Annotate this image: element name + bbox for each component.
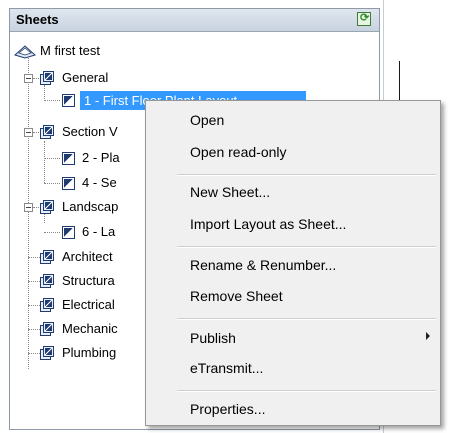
tree-line bbox=[28, 281, 40, 282]
subset-icon bbox=[40, 346, 58, 360]
subset-icon bbox=[40, 322, 58, 336]
tree-root-label: M first test bbox=[40, 43, 100, 58]
tree-line bbox=[33, 132, 39, 133]
sheet-icon bbox=[62, 226, 75, 239]
sheet-label: 4 - Se bbox=[82, 175, 117, 190]
sheet-icon bbox=[62, 94, 75, 107]
group-label: General bbox=[62, 70, 109, 85]
subset-icon bbox=[40, 274, 58, 288]
menu-separator bbox=[177, 318, 436, 320]
refresh-icon[interactable]: ⟳ bbox=[357, 12, 371, 26]
menu-item-publish[interactable]: Publish bbox=[190, 330, 236, 346]
menu-separator bbox=[177, 246, 436, 248]
tree-line bbox=[28, 305, 40, 306]
subset-icon bbox=[40, 200, 58, 214]
menu-item-rename-renumber[interactable]: Rename & Renumber... bbox=[190, 257, 336, 273]
tree-group-electrical[interactable]: Electrical bbox=[40, 295, 150, 315]
collapse-toggle[interactable] bbox=[24, 74, 33, 83]
tree-line bbox=[33, 78, 39, 79]
tree-line bbox=[44, 158, 60, 159]
menu-item-properties[interactable]: Properties... bbox=[190, 401, 265, 417]
tree-sheet[interactable]: 6 - La bbox=[62, 222, 152, 242]
context-menu: Open Open read-only New Sheet... Import … bbox=[145, 100, 441, 426]
menu-item-open-read-only[interactable]: Open read-only bbox=[190, 144, 287, 160]
tree-line bbox=[33, 207, 39, 208]
tree-group-plumbing[interactable]: Plumbing bbox=[40, 343, 150, 363]
menu-item-etransmit[interactable]: eTransmit... bbox=[190, 360, 263, 376]
tree-group-architect[interactable]: Architect bbox=[40, 247, 150, 267]
menu-item-new-sheet[interactable]: New Sheet... bbox=[190, 184, 270, 200]
tree-line bbox=[28, 257, 40, 258]
panel-header: Sheets ⟳ bbox=[10, 9, 379, 32]
menu-separator bbox=[177, 174, 436, 176]
menu-item-remove-sheet[interactable]: Remove Sheet bbox=[190, 288, 283, 304]
subset-icon bbox=[40, 250, 58, 264]
subset-icon bbox=[40, 71, 58, 85]
sheet-icon bbox=[62, 152, 75, 165]
sheet-label: 6 - La bbox=[82, 224, 116, 239]
subset-icon bbox=[40, 298, 58, 312]
sheet-label: 2 - Pla bbox=[82, 150, 120, 165]
collapse-toggle[interactable] bbox=[24, 128, 33, 137]
group-label: Landscap bbox=[62, 199, 119, 214]
menu-separator bbox=[177, 390, 436, 392]
group-label: Architect bbox=[62, 249, 113, 264]
tree-line bbox=[28, 329, 40, 330]
menu-item-open[interactable]: Open bbox=[190, 112, 224, 128]
panel-title: Sheets bbox=[16, 12, 59, 27]
group-label: Section V bbox=[62, 124, 118, 139]
subset-icon bbox=[40, 125, 58, 139]
group-label: Plumbing bbox=[62, 345, 117, 360]
tree-group-structural[interactable]: Structura bbox=[40, 271, 150, 291]
group-label: Mechanic bbox=[62, 321, 118, 336]
tree-group-section[interactable]: Section V bbox=[40, 122, 150, 142]
submenu-arrow-icon bbox=[426, 332, 430, 340]
tree-group-mechanical[interactable]: Mechanic bbox=[40, 319, 150, 339]
tree-line bbox=[44, 183, 60, 184]
menu-item-import-layout[interactable]: Import Layout as Sheet... bbox=[190, 216, 346, 232]
tree-line bbox=[44, 232, 60, 233]
tree-line bbox=[44, 100, 60, 101]
group-label: Structura bbox=[62, 273, 115, 288]
tree-group-general[interactable]: General bbox=[40, 68, 160, 88]
text-cursor-mark bbox=[399, 61, 400, 101]
tree-sheet[interactable]: 4 - Se bbox=[62, 173, 152, 193]
tree-root[interactable]: M first test bbox=[14, 41, 214, 61]
tree-sheet[interactable]: 2 - Pla bbox=[62, 148, 152, 168]
collapse-toggle[interactable] bbox=[24, 203, 33, 212]
tree-line bbox=[44, 141, 45, 183]
tree-group-landscape[interactable]: Landscap bbox=[40, 197, 150, 217]
sheet-set-icon bbox=[14, 45, 36, 59]
tree-line bbox=[28, 353, 40, 354]
sheet-icon bbox=[62, 177, 75, 190]
group-label: Electrical bbox=[62, 297, 115, 312]
